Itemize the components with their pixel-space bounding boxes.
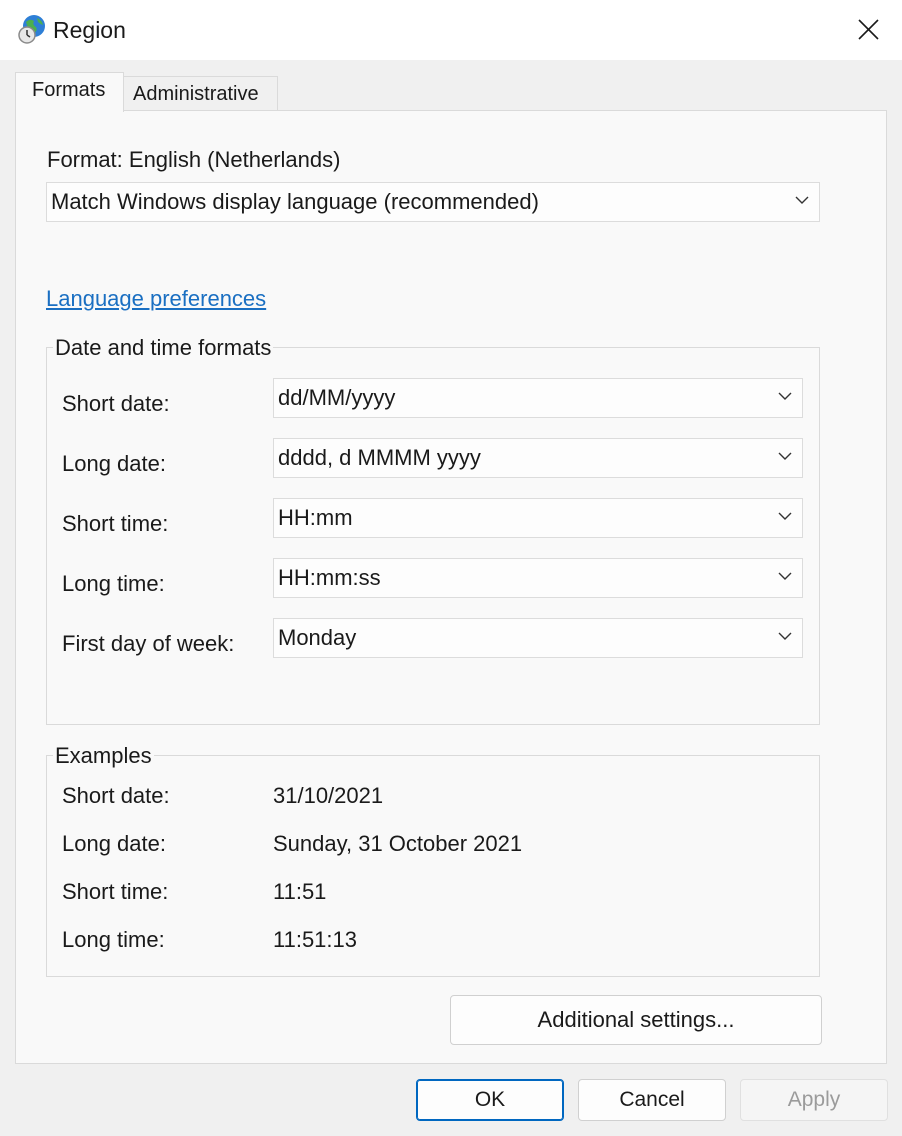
date-time-formats-title: Date and time formats bbox=[53, 335, 274, 361]
chevron-down-icon bbox=[795, 196, 809, 204]
short-time-value: HH:mm bbox=[278, 505, 353, 530]
cancel-button[interactable]: Cancel bbox=[578, 1079, 726, 1121]
example-long-time-label: Long time: bbox=[62, 927, 165, 952]
close-button[interactable] bbox=[846, 8, 890, 52]
window-title: Region bbox=[53, 17, 126, 43]
additional-settings-button[interactable]: Additional settings... bbox=[450, 995, 822, 1045]
example-short-time-label: Short time: bbox=[62, 879, 169, 904]
example-long-date-label: Long date: bbox=[62, 831, 166, 856]
first-day-label: First day of week: bbox=[62, 631, 235, 656]
long-time-value: HH:mm:ss bbox=[278, 565, 381, 590]
short-date-value: dd/MM/yyyy bbox=[278, 385, 396, 410]
title-bar: Region bbox=[0, 0, 902, 60]
short-time-label: Short time: bbox=[62, 511, 169, 536]
first-day-value: Monday bbox=[278, 625, 357, 650]
chevron-down-icon bbox=[778, 452, 792, 460]
tab-administrative[interactable]: Administrative bbox=[124, 76, 278, 111]
format-dropdown[interactable]: Match Windows display language (recommen… bbox=[46, 182, 820, 222]
chevron-down-icon bbox=[778, 512, 792, 520]
tab-formats[interactable]: Formats bbox=[15, 72, 124, 112]
first-day-dropdown[interactable]: Monday bbox=[273, 618, 803, 658]
tab-label: Administrative bbox=[133, 83, 259, 105]
example-short-time-value: 11:51 bbox=[273, 879, 327, 904]
chevron-down-icon bbox=[778, 572, 792, 580]
long-time-label: Long time: bbox=[62, 571, 165, 596]
long-time-dropdown[interactable]: HH:mm:ss bbox=[273, 558, 803, 598]
globe-clock-icon bbox=[18, 15, 45, 44]
language-preferences-link[interactable]: Language preferences bbox=[46, 286, 266, 312]
example-long-time-value: 11:51:13 bbox=[273, 927, 358, 952]
format-value: Match Windows display language (recommen… bbox=[51, 189, 539, 214]
short-time-dropdown[interactable]: HH:mm bbox=[273, 498, 803, 538]
short-date-label: Short date: bbox=[62, 391, 170, 416]
apply-button[interactable]: Apply bbox=[740, 1079, 888, 1121]
long-date-value: dddd, d MMMM yyyy bbox=[278, 445, 481, 470]
examples-title: Examples bbox=[53, 743, 154, 769]
example-long-date-value: Sunday, 31 October 2021 bbox=[273, 831, 523, 856]
long-date-label: Long date: bbox=[62, 451, 166, 476]
example-short-date-value: 31/10/2021 bbox=[273, 783, 384, 808]
chevron-down-icon bbox=[778, 632, 792, 640]
tab-label: Formats bbox=[32, 79, 106, 101]
format-label: Format: English (Netherlands) bbox=[47, 147, 341, 172]
ok-button[interactable]: OK bbox=[416, 1079, 564, 1121]
close-icon bbox=[858, 19, 879, 40]
short-date-dropdown[interactable]: dd/MM/yyyy bbox=[273, 378, 803, 418]
region-dialog: Region Administrative Formats Format: En… bbox=[0, 0, 902, 1136]
chevron-down-icon bbox=[778, 392, 792, 400]
example-short-date-label: Short date: bbox=[62, 783, 170, 808]
long-date-dropdown[interactable]: dddd, d MMMM yyyy bbox=[273, 438, 803, 478]
